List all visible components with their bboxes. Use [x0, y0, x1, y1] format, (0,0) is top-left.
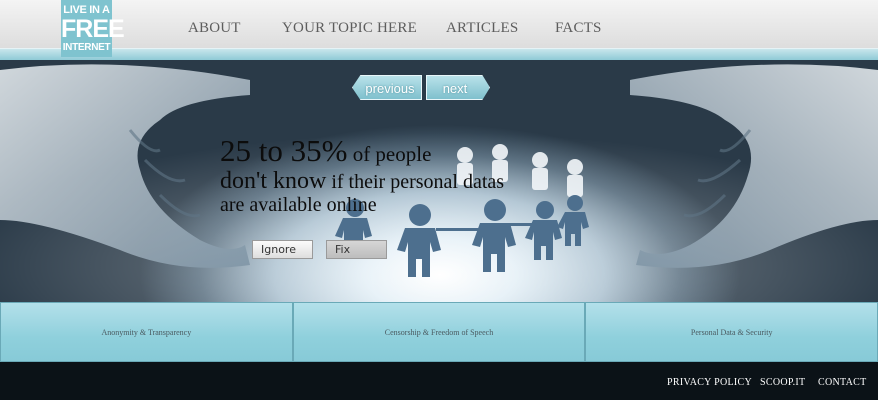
headline-emphasis: don't know — [220, 168, 327, 194]
category-anonymity[interactable]: Anonymity & Transparency — [0, 302, 293, 362]
logo-text-line2: FREE — [61, 15, 125, 43]
headline-stat: 25 to 35% — [220, 133, 348, 168]
nav-about[interactable]: ABOUT — [188, 20, 241, 37]
hero-banner: previous next 25 to 35% of people don't … — [0, 60, 878, 302]
footer-scoop-it[interactable]: SCOOP.IT — [760, 377, 805, 388]
category-censorship[interactable]: Censorship & Freedom of Speech — [292, 302, 586, 362]
headline-line3: are available online — [220, 194, 377, 216]
header-stripe — [0, 48, 878, 60]
site-header — [0, 0, 878, 50]
category-strip: Anonymity & Transparency Censorship & Fr… — [0, 302, 878, 362]
headline-line1: 25 to 35% of people — [220, 135, 580, 166]
nav-articles[interactable]: ARTICLES — [446, 20, 518, 37]
previous-button[interactable]: previous — [352, 75, 422, 100]
ignore-button[interactable]: Ignore — [252, 240, 313, 259]
headline-emphasis-suffix: if their personal datas — [326, 171, 505, 193]
hero-headline: 25 to 35% of people don't know if their … — [220, 135, 580, 215]
fix-button[interactable]: Fix — [326, 240, 387, 259]
nav-your-topic[interactable]: YOUR TOPIC HERE — [282, 20, 417, 37]
next-button[interactable]: next — [426, 75, 490, 100]
headline-line2: don't know if their personal datas — [220, 169, 580, 193]
headline-stat-suffix: of people — [347, 142, 432, 166]
footer-privacy-policy[interactable]: PRIVACY POLICY — [667, 377, 752, 388]
site-footer: PRIVACY POLICY SCOOP.IT CONTACT — [0, 362, 878, 400]
site-logo[interactable]: LIVE IN A FREE INTERNET — [61, 0, 125, 57]
nav-facts[interactable]: FACTS — [555, 20, 602, 37]
category-personal-data[interactable]: Personal Data & Security — [585, 302, 878, 362]
logo-text-line3: INTERNET — [62, 42, 111, 53]
footer-contact[interactable]: CONTACT — [818, 377, 867, 388]
